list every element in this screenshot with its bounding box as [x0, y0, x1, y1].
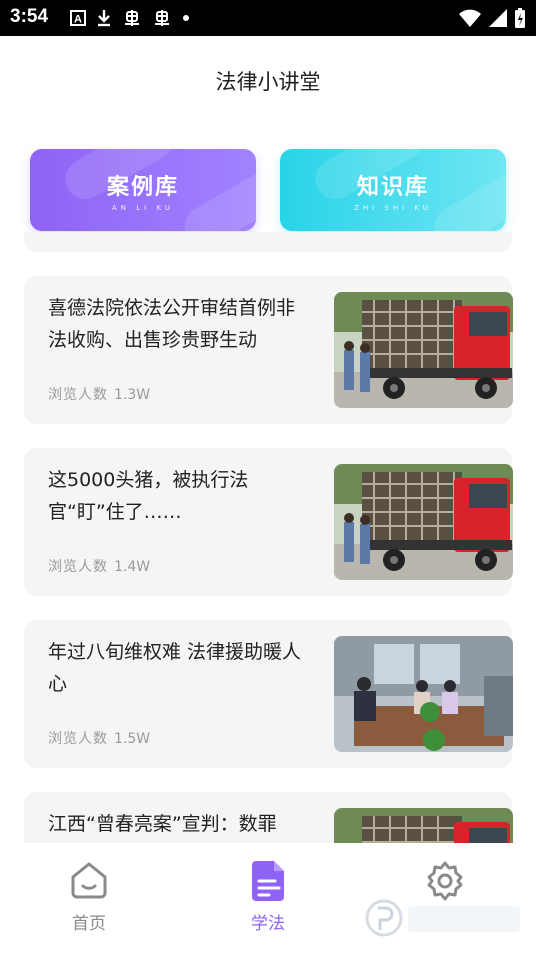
bug-icon: [125, 10, 139, 26]
battery-icon: [515, 8, 525, 28]
views-count: 1.5W: [114, 731, 151, 747]
list-item[interactable]: 这5000头猪，被执行法官“盯”住了…… 浏览人数 1.4W: [24, 448, 513, 596]
list-item[interactable]: 喜德法院依法公开审结首例非法收购、出售珍贵野生动 浏览人数 1.3W: [24, 276, 513, 424]
status-bar: 3:54 A: [0, 0, 536, 36]
dot-icon: [183, 15, 189, 21]
download-icon: [98, 10, 110, 27]
watermark-logo: [365, 899, 520, 937]
document-icon: [252, 861, 284, 901]
bottom-nav: 首页 学法: [0, 843, 536, 954]
home-icon: [71, 862, 107, 899]
knowledge-library-subtitle: ZHI SHI KU: [354, 204, 432, 212]
article-title: 喜德法院依法公开审结首例非法收购、出售珍贵野生动: [48, 297, 296, 351]
article-views: 浏览人数 1.5W: [48, 728, 150, 748]
notification-icons: A: [70, 6, 190, 30]
system-icons: [458, 6, 526, 30]
svg-text:A: A: [74, 14, 82, 26]
article-thumbnail: [334, 464, 513, 580]
status-time: 3:54: [10, 6, 49, 27]
bug-icon: [155, 10, 169, 26]
article-title: 江西“曾春亮案”宣判：数罪: [48, 813, 277, 835]
views-label: 浏览人数: [48, 731, 108, 747]
views-label: 浏览人数: [48, 559, 108, 575]
signal-icon: [489, 9, 507, 27]
truck-photo: [334, 464, 513, 580]
article-views: 浏览人数 1.3W: [48, 384, 150, 404]
views-label: 浏览人数: [48, 387, 108, 403]
case-library-button[interactable]: 案例库 AN LI KU: [30, 149, 256, 231]
office-photo: [334, 636, 513, 752]
views-count: 1.4W: [114, 559, 151, 575]
knowledge-library-button[interactable]: 知识库 ZHI SHI KU: [280, 149, 506, 231]
article-title: 这5000头猪，被执行法官“盯”住了……: [48, 469, 249, 523]
views-count: 1.3W: [114, 387, 151, 403]
list-item[interactable]: 年过八旬维权难 法律援助暖人心 浏览人数 1.5W: [24, 620, 513, 768]
article-thumbnail: [334, 636, 513, 752]
nav-label-study: 学法: [251, 914, 285, 934]
nav-label-home: 首页: [72, 914, 106, 934]
knowledge-library-title: 知识库: [356, 175, 429, 200]
nav-item-study[interactable]: 学法: [208, 859, 328, 934]
wifi-icon: [459, 9, 481, 27]
article-thumbnail: [334, 292, 513, 408]
truck-photo: [334, 292, 513, 408]
article-title: 年过八旬维权难 法律援助暖人心: [48, 641, 302, 695]
nav-item-home[interactable]: 首页: [29, 859, 149, 934]
list-item-partial[interactable]: [24, 232, 512, 252]
page-title: 法律小讲堂: [215, 70, 321, 94]
article-views: 浏览人数 1.4W: [48, 556, 150, 576]
case-library-title: 案例库: [106, 175, 179, 200]
case-library-subtitle: AN LI KU: [112, 204, 174, 212]
a-badge-icon: A: [70, 10, 86, 26]
